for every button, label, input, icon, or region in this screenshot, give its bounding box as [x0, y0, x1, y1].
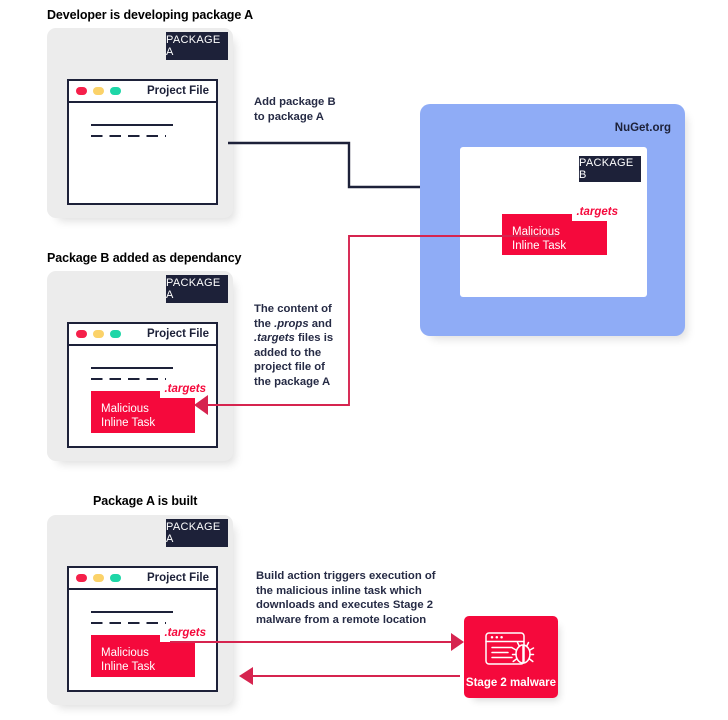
diagram-canvas: Developer is developing package A PACKAG… [0, 0, 728, 720]
stage2-malware-label: Stage 2 malware [465, 677, 557, 689]
browser-bug-icon [483, 630, 539, 675]
connector-stage2-arrows [170, 633, 464, 685]
stage2-malware-box: Stage 2 malware [464, 616, 558, 698]
